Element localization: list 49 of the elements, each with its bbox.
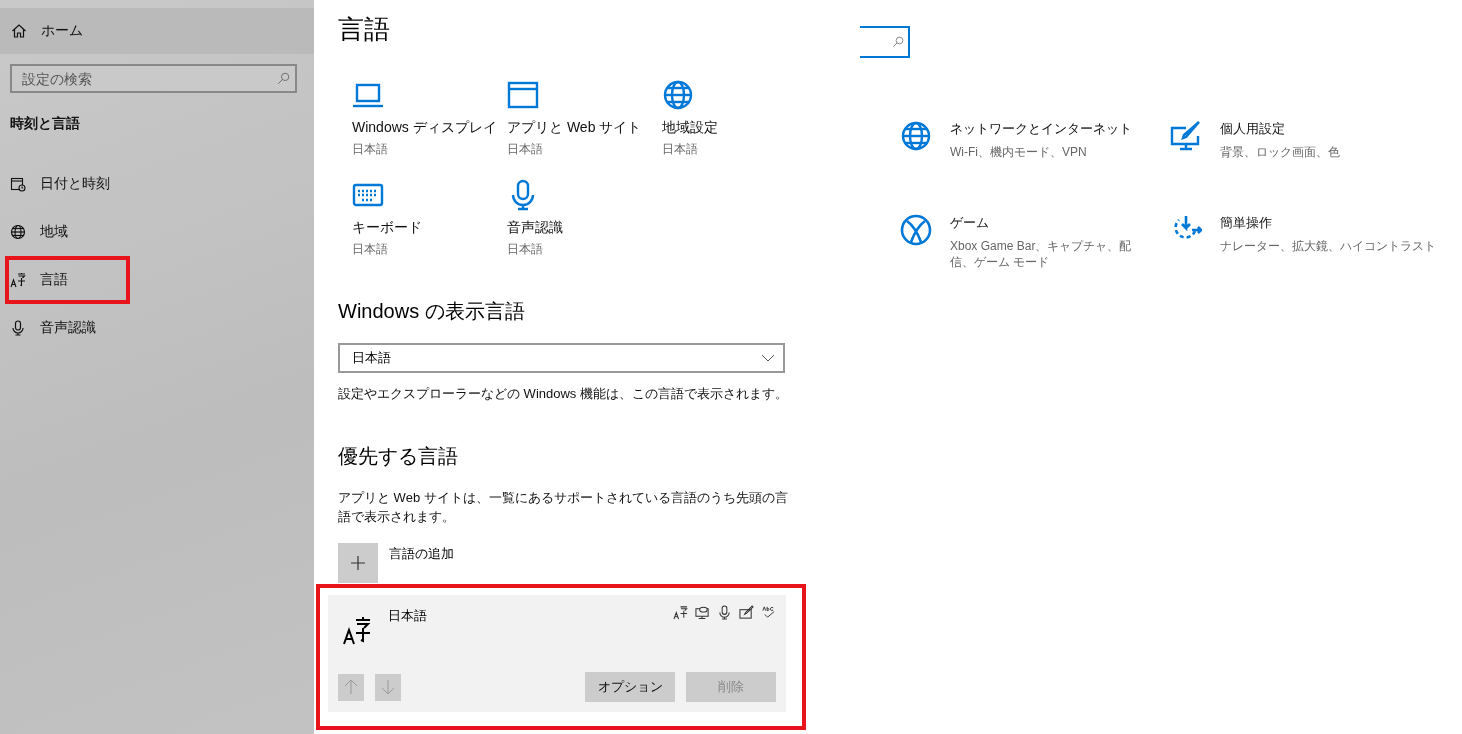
language-name: 日本語 xyxy=(388,607,428,625)
language-icon xyxy=(342,615,372,645)
language-setting-tile[interactable]: キーボード 日本語 xyxy=(352,179,507,258)
globe-icon xyxy=(662,79,694,111)
arrow-up-icon xyxy=(344,679,358,695)
microphone-icon xyxy=(10,320,26,336)
page-title: 言語 xyxy=(338,13,390,46)
language-setting-tile[interactable]: 地域設定 日本語 xyxy=(662,79,817,158)
sidebar-item[interactable]: 音声認識 xyxy=(5,304,130,352)
monitor-speech-icon xyxy=(695,605,710,620)
section-title: 時刻と言語 xyxy=(10,115,81,133)
settings-category[interactable]: ネットワークとインターネット Wi-Fi、機内モード、VPN xyxy=(900,120,1170,160)
description-text: アプリと Web サイトは、一覧にあるサポートされている言語のうち先頭の言語で表示されます。 xyxy=(338,489,789,526)
language-icon xyxy=(673,605,688,620)
settings-search-field[interactable]: 設定の検索 xyxy=(10,64,297,93)
app-window-icon xyxy=(507,79,539,111)
language-setting-tile[interactable]: アプリと Web サイト 日本語 xyxy=(507,79,662,158)
search-icon xyxy=(892,36,904,48)
arrow-down-icon xyxy=(381,679,395,695)
display-language-dropdown[interactable]: 日本語 xyxy=(338,343,785,373)
section-heading: 優先する言語 xyxy=(338,444,458,469)
add-language-button[interactable] xyxy=(338,543,378,583)
globe-icon xyxy=(10,224,26,240)
add-language-label[interactable]: 言語の追加 xyxy=(389,545,454,563)
sidebar-item[interactable]: 言語 xyxy=(5,256,130,304)
monitor-brush-icon xyxy=(1170,120,1202,152)
language-icon xyxy=(10,272,26,288)
globe-icon xyxy=(900,120,932,152)
sidebar-item[interactable]: 日付と時刻 xyxy=(5,160,130,208)
options-button[interactable]: オプション xyxy=(585,672,675,702)
spell-check-icon xyxy=(761,605,776,620)
language-setting-tile[interactable]: Windows ディスプレイ 日本語 xyxy=(352,79,507,158)
search-icon xyxy=(277,72,290,85)
section-heading: Windows の表示言語 xyxy=(338,299,525,324)
chevron-down-icon xyxy=(761,354,775,362)
search-field-edge[interactable] xyxy=(860,26,910,58)
settings-category[interactable]: 簡単操作 ナレーター、拡大鏡、ハイコントラスト xyxy=(1170,214,1460,270)
plus-icon xyxy=(350,555,366,571)
home-icon xyxy=(11,23,27,39)
settings-category[interactable]: 個人用設定 背景、ロック画面、色 xyxy=(1170,120,1460,160)
calendar-clock-icon xyxy=(10,176,26,192)
description-text: 設定やエクスプローラーなどの Windows 機能は、この言語で表示されます。 xyxy=(338,385,788,403)
handwriting-icon xyxy=(739,605,754,620)
sidebar-item[interactable]: 地域 xyxy=(5,208,130,256)
home-nav-item[interactable]: ホーム xyxy=(0,8,314,54)
xbox-icon xyxy=(900,214,932,246)
settings-category[interactable]: ゲーム Xbox Game Bar、キャプチャ、配信、ゲーム モード xyxy=(900,214,1170,270)
language-setting-tile[interactable]: 音声認識 日本語 xyxy=(507,179,662,258)
microphone-icon xyxy=(717,605,732,620)
